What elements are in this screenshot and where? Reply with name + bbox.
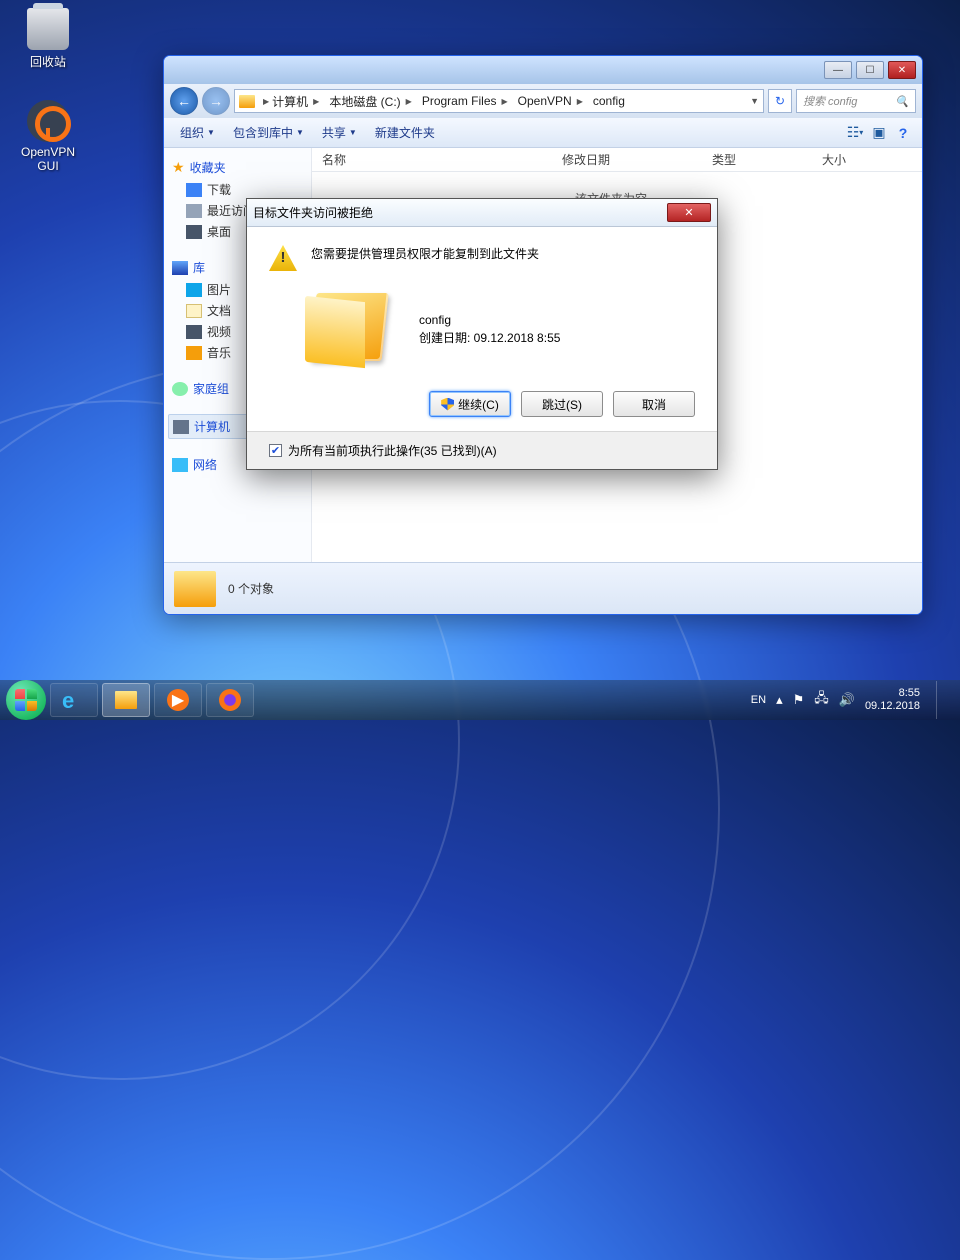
network-icon[interactable]: 🖧 — [814, 689, 829, 711]
maximize-button[interactable]: ☐ — [856, 61, 884, 79]
language-indicator[interactable]: EN — [751, 694, 766, 706]
search-placeholder: 搜索 config — [803, 93, 857, 109]
desktop-icon-recycle-bin[interactable]: 回收站 — [12, 8, 84, 70]
window-titlebar[interactable]: — ☐ ✕ — [164, 56, 922, 84]
folder-icon — [239, 95, 255, 108]
close-button[interactable]: ✕ — [888, 61, 916, 79]
taskbar-ie[interactable]: e — [50, 683, 98, 717]
dialog-title: 目标文件夹访问被拒绝 — [253, 204, 667, 221]
col-name[interactable]: 名称 — [312, 151, 552, 168]
col-size[interactable]: 大小 — [812, 151, 922, 168]
column-headers[interactable]: 名称 修改日期 类型 大小 — [312, 148, 922, 172]
status-text: 0 个对象 — [228, 580, 274, 597]
toolbar: 组织▼ 包含到库中▼ 共享▼ 新建文件夹 ☷▾ ▣ ? — [164, 118, 922, 148]
system-tray: EN ▴ ⚑ 🖧 🔊 8:55 09.12.2018 — [751, 681, 954, 719]
pictures-icon — [186, 283, 202, 297]
access-denied-dialog: 目标文件夹访问被拒绝 ✕ 您需要提供管理员权限才能复制到此文件夹 config … — [246, 198, 718, 470]
breadcrumb: config — [589, 94, 629, 108]
homegroup-icon — [172, 382, 188, 396]
shield-icon — [441, 398, 454, 411]
openvpn-icon — [27, 100, 69, 142]
breadcrumb: Program Files▶ — [418, 94, 512, 108]
refresh-button[interactable]: ↻ — [768, 89, 792, 113]
back-button[interactable]: ← — [170, 87, 198, 115]
download-icon — [186, 183, 202, 197]
preview-pane-button[interactable]: ▣ — [868, 122, 890, 144]
folder-icon — [305, 285, 401, 373]
nav-bar: ← → ▶计算机▶ 本地磁盘 (C:)▶ Program Files▶ Open… — [164, 84, 922, 118]
breadcrumb: ▶计算机▶ — [257, 93, 323, 110]
taskbar: e ▶ EN ▴ ⚑ 🖧 🔊 8:55 09.12.2018 — [0, 680, 960, 720]
col-modified[interactable]: 修改日期 — [552, 151, 702, 168]
new-folder-button[interactable]: 新建文件夹 — [367, 121, 443, 144]
search-icon: 🔍 — [895, 95, 909, 108]
forward-button[interactable]: → — [202, 87, 230, 115]
search-input[interactable]: 搜索 config 🔍 — [796, 89, 916, 113]
dialog-close-button[interactable]: ✕ — [667, 203, 711, 222]
show-desktop-button[interactable] — [936, 681, 948, 719]
organize-menu[interactable]: 组织▼ — [172, 121, 223, 144]
folder-icon — [115, 691, 137, 709]
recent-icon — [186, 204, 202, 218]
star-icon: ★ — [172, 159, 185, 176]
apply-all-label[interactable]: 为所有当前项执行此操作(35 已找到)(A) — [288, 442, 497, 459]
recycle-bin-icon — [27, 8, 69, 50]
dialog-titlebar[interactable]: 目标文件夹访问被拒绝 ✕ — [247, 199, 717, 227]
continue-button[interactable]: 继续(C) — [429, 391, 511, 417]
sidebar-item-downloads[interactable]: 下载 — [168, 179, 307, 200]
music-icon — [186, 346, 202, 360]
desktop-icon — [186, 225, 202, 239]
status-bar: 0 个对象 — [164, 562, 922, 614]
documents-icon — [186, 304, 202, 318]
taskbar-media-player[interactable]: ▶ — [154, 683, 202, 717]
view-options-button[interactable]: ☷▾ — [844, 122, 866, 144]
desktop-icon-openvpn[interactable]: OpenVPN GUI — [12, 100, 84, 173]
clock[interactable]: 8:55 09.12.2018 — [865, 687, 920, 713]
share-menu[interactable]: 共享▼ — [314, 121, 365, 144]
warning-icon — [269, 245, 297, 271]
include-library-menu[interactable]: 包含到库中▼ — [225, 121, 312, 144]
sidebar-favorites[interactable]: ★收藏夹 — [168, 156, 307, 179]
dialog-message: 您需要提供管理员权限才能复制到此文件夹 — [311, 245, 539, 271]
dialog-folder-name: config — [419, 311, 560, 329]
cancel-button[interactable]: 取消 — [613, 391, 695, 417]
help-button[interactable]: ? — [892, 122, 914, 144]
volume-icon[interactable]: 🔊 — [839, 692, 855, 708]
computer-icon — [173, 420, 189, 434]
videos-icon — [186, 325, 202, 339]
folder-icon — [174, 571, 216, 607]
skip-button[interactable]: 跳过(S) — [521, 391, 603, 417]
start-button[interactable] — [6, 680, 46, 720]
desktop-icon-label: 回收站 — [12, 53, 84, 70]
breadcrumb: 本地磁盘 (C:)▶ — [325, 93, 415, 110]
network-icon — [172, 458, 188, 472]
col-type[interactable]: 类型 — [702, 151, 812, 168]
address-bar[interactable]: ▶计算机▶ 本地磁盘 (C:)▶ Program Files▶ OpenVPN▶… — [234, 89, 764, 113]
apply-all-checkbox[interactable]: ✔ — [269, 444, 282, 457]
taskbar-firefox[interactable] — [206, 683, 254, 717]
action-center-icon[interactable]: ⚑ — [793, 692, 805, 708]
desktop-icon-label: OpenVPN GUI — [12, 145, 84, 173]
show-hidden-icon[interactable]: ▴ — [776, 692, 783, 708]
breadcrumb: OpenVPN▶ — [514, 94, 587, 108]
dialog-created-date: 创建日期: 09.12.2018 8:55 — [419, 329, 560, 347]
libraries-icon — [172, 261, 188, 275]
taskbar-explorer[interactable] — [102, 683, 150, 717]
minimize-button[interactable]: — — [824, 61, 852, 79]
